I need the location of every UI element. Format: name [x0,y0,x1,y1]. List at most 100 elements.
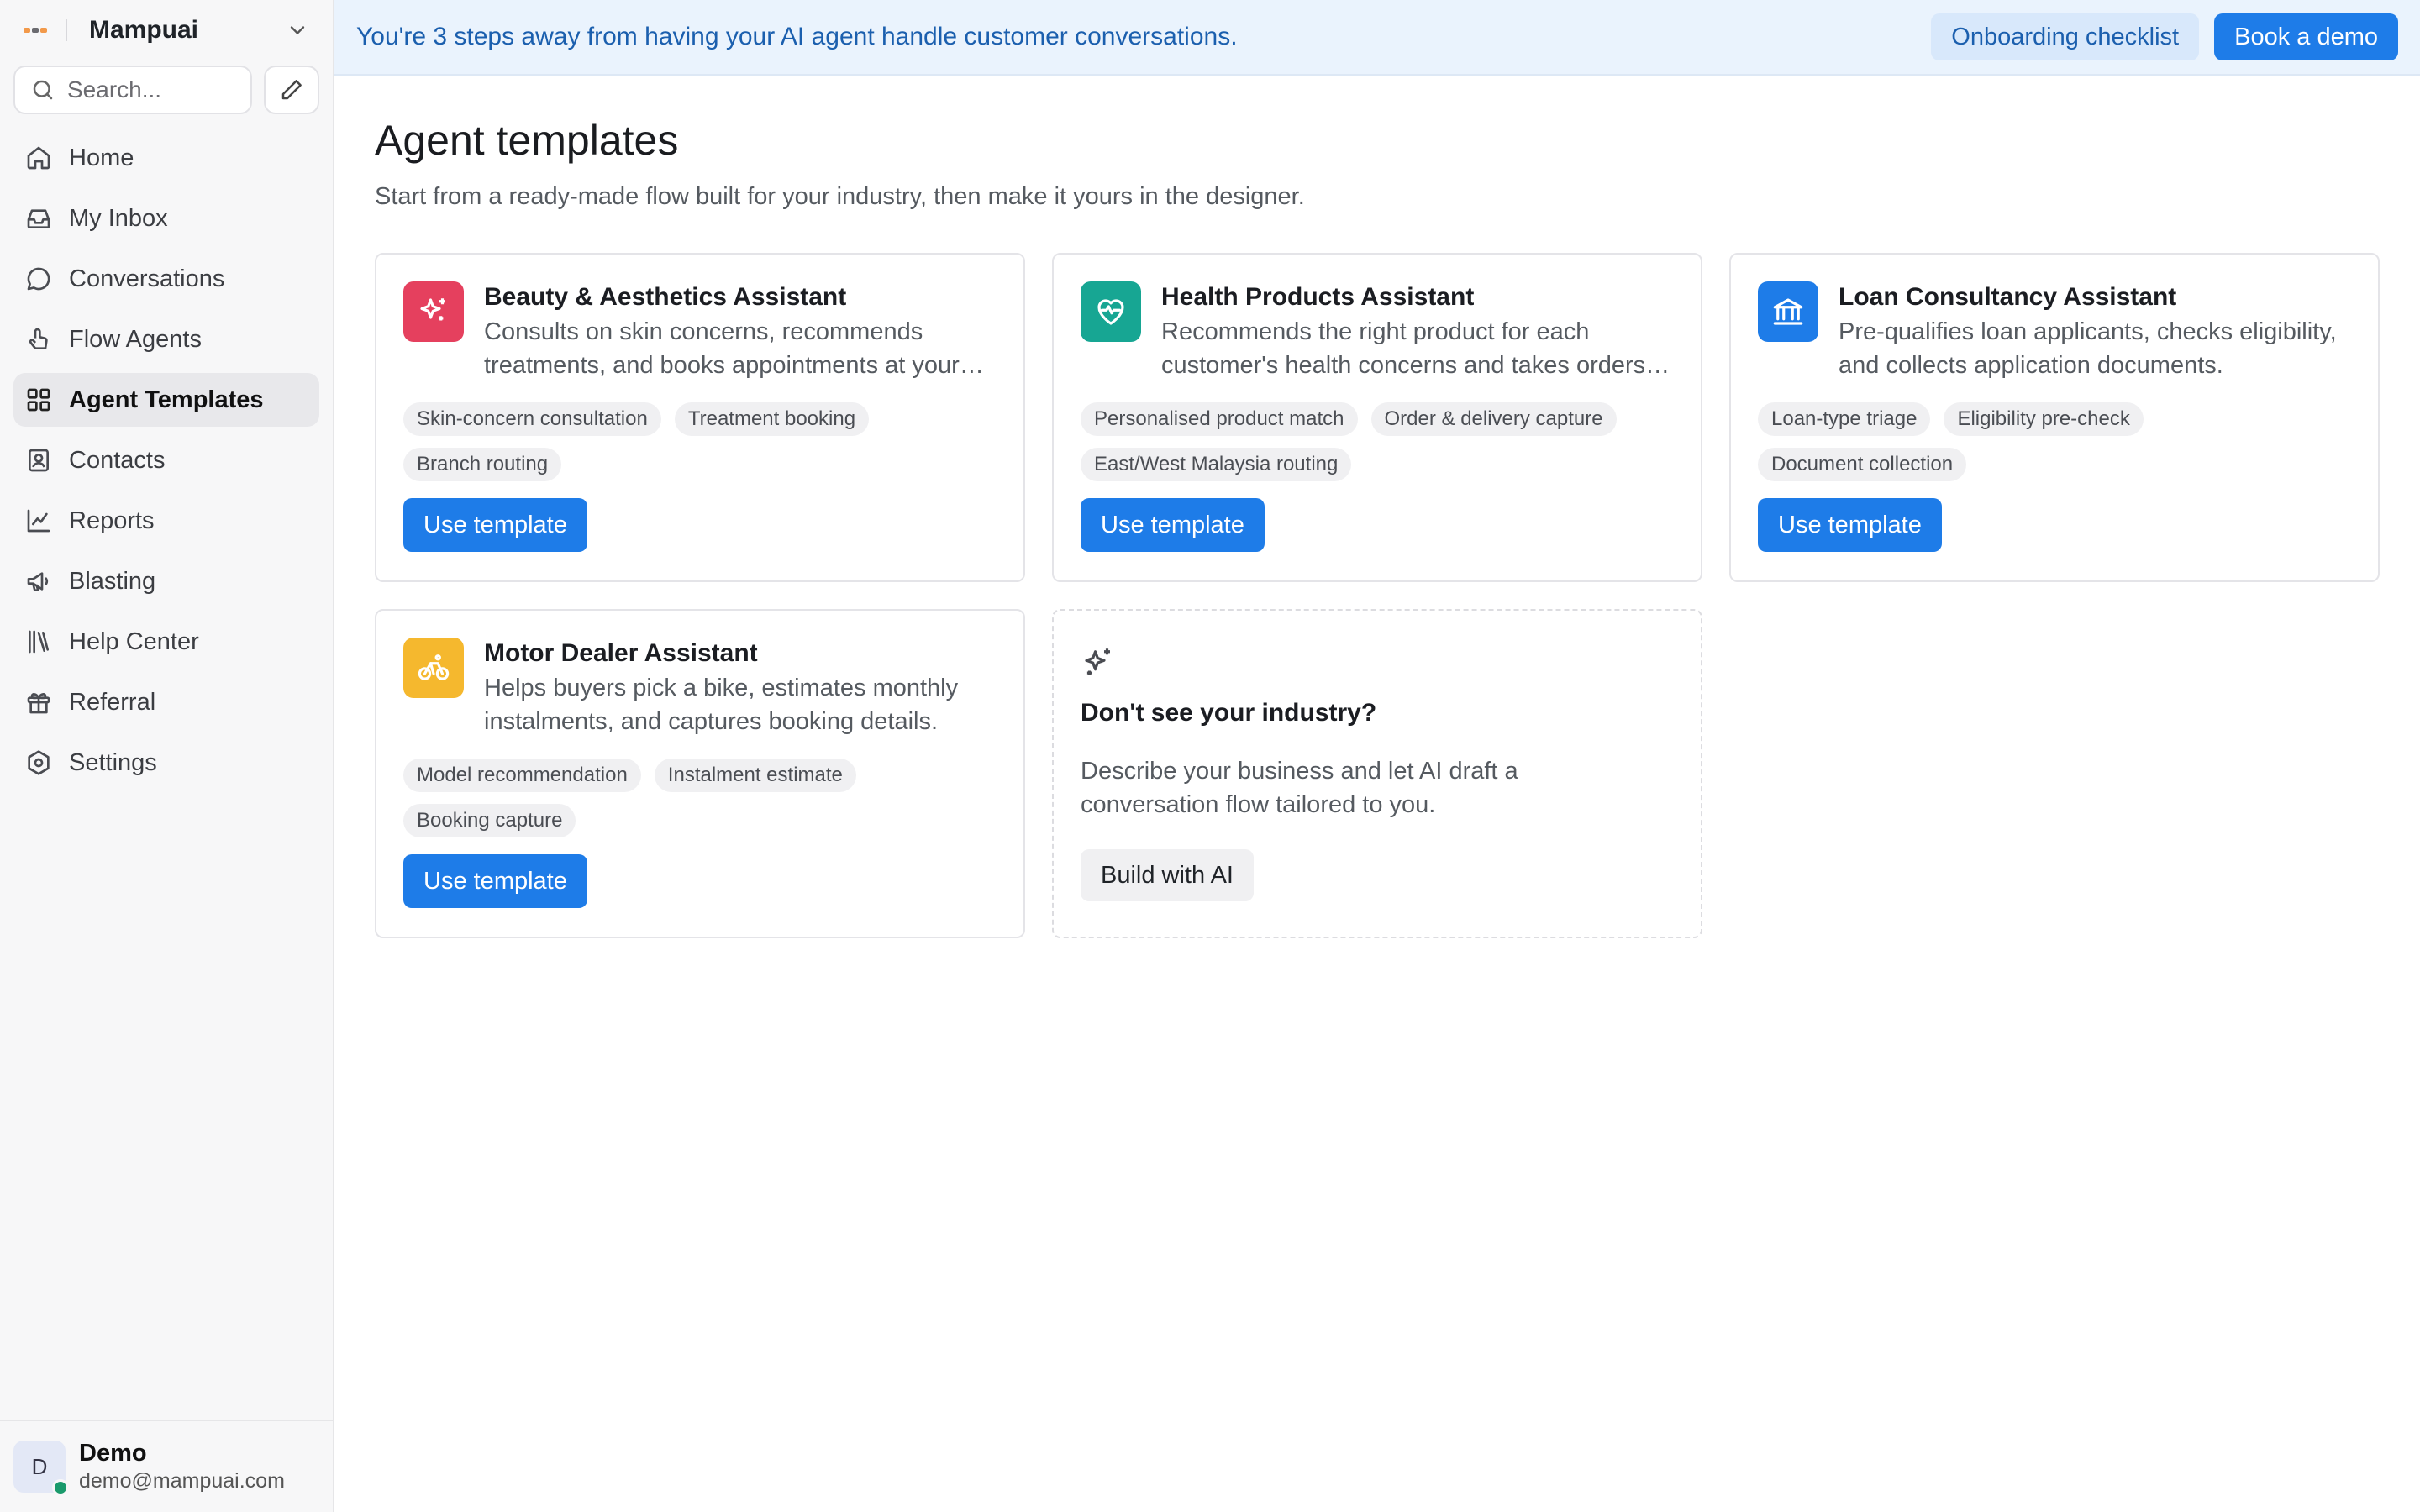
ai-card-description: Describe your business and let AI draft … [1081,758,1518,818]
home-icon [27,146,50,170]
template-description: Pre-qualifies loan applicants, checks el… [1839,318,2337,379]
template-tags: Loan-type triage Eligibility pre-check D… [1758,402,2351,481]
workspace-logo [24,28,47,33]
sidebar-item-label: Help Center [69,627,199,655]
search-icon [33,80,53,100]
template-grid: Beauty & Aesthetics Assistant Consults o… [375,253,2380,938]
sparkles-icon [1085,648,1110,675]
sidebar-item-contacts[interactable]: Contacts [13,433,319,487]
tag-chip: Personalised product match [1081,402,1358,436]
sidebar-item-conversations[interactable]: Conversations [13,252,319,306]
sidebar-item-help-center[interactable]: Help Center [13,615,319,669]
tag-chip: East/West Malaysia routing [1081,448,1352,481]
user-email: demo@mampuai.com [79,1469,285,1493]
sidebar-item-agent-templates[interactable]: Agent Templates [13,373,319,427]
sidebar: Mampuai Home My Inbox Conversa [0,0,334,1512]
build-with-ai-card: Don't see your industry? Describe your b… [1052,609,1702,938]
main-content: You're 3 steps away from having your AI … [334,0,2420,1512]
divider [66,19,67,41]
page-subtitle: Start from a ready-made flow built for y… [375,183,1305,210]
template-tags: Model recommendation Instalment estimate… [403,759,997,837]
chat-bubble-icon [27,267,50,291]
tag-chip: Booking capture [403,804,576,837]
bank-icon [1758,281,1818,342]
sidebar-item-label: Contacts [69,446,166,474]
workspace-name: Mampuai [89,16,199,44]
heart-pulse-icon [1081,281,1141,342]
template-description: Recommends the right product for each cu… [1161,318,1646,379]
sidebar-item-flow-agents[interactable]: Flow Agents [13,312,319,366]
search-box[interactable] [13,66,252,114]
tag-chip: Document collection [1758,448,1967,481]
grid-icon [27,388,50,412]
template-tags: Personalised product match Order & deliv… [1081,402,1674,481]
line-chart-icon [27,509,50,533]
online-status-dot [52,1479,69,1496]
sidebar-item-home[interactable]: Home [13,131,319,185]
bicycle-icon [403,638,464,698]
template-card-loan: Loan Consultancy Assistant Pre-qualifies… [1729,253,2380,582]
template-description: Helps buyers pick a bike, estimates mont… [484,675,959,735]
tag-chip: Branch routing [403,448,562,481]
tag-chip: Model recommendation [403,759,641,792]
sidebar-item-reports[interactable]: Reports [13,494,319,548]
use-template-button[interactable]: Use template [1081,498,1265,552]
sidebar-item-label: Conversations [69,265,225,292]
template-title: Health Products Assistant [1161,283,1475,311]
template-description: Consults on skin concerns, recommends tr… [484,318,960,379]
chevron-down-icon[interactable] [286,18,309,42]
page-title: Agent templates [375,117,679,164]
tag-chip: Loan-type triage [1758,402,1931,436]
template-title: Loan Consultancy Assistant [1839,283,2177,311]
inbox-icon [27,209,50,228]
use-template-button[interactable]: Use template [403,854,587,908]
onboarding-checklist-button[interactable]: Onboarding checklist [1931,13,2200,60]
sidebar-item-label: Home [69,144,134,171]
compose-button[interactable] [264,66,319,114]
pointer-icon [29,328,48,349]
sidebar-item-label: My Inbox [69,204,168,232]
banner-text: You're 3 steps away from having your AI … [356,23,1238,50]
avatar-initial: D [31,1453,48,1479]
sidebar-nav: Home My Inbox Conversations Flow Agents … [0,131,333,796]
tag-chip: Skin-concern consultation [403,402,661,436]
user-profile[interactable]: D Demo demo@mampuai.com [0,1420,333,1512]
template-title: Beauty & Aesthetics Assistant [484,283,847,311]
sidebar-item-blasting[interactable]: Blasting [13,554,319,608]
sidebar-item-settings[interactable]: Settings [13,736,319,790]
sidebar-item-my-inbox[interactable]: My Inbox [13,192,319,245]
template-card-motor: Motor Dealer Assistant Helps buyers pick… [375,609,1025,938]
template-title: Motor Dealer Assistant [484,639,758,667]
tag-chip: Treatment booking [674,402,870,436]
book-demo-button[interactable]: Book a demo [2214,13,2398,60]
tag-chip: Eligibility pre-check [1944,402,2144,436]
sidebar-item-label: Agent Templates [69,386,264,413]
tag-chip: Instalment estimate [654,759,856,792]
settings-icon [28,750,50,775]
contact-card-icon [29,449,49,472]
megaphone-icon [27,572,49,591]
workspace-switcher[interactable]: Mampuai [0,0,333,60]
use-template-button[interactable]: Use template [403,498,587,552]
search-input[interactable] [67,76,235,103]
ai-card-title: Don't see your industry? [1081,699,1377,727]
sparkles-icon [403,281,464,342]
sidebar-item-label: Reports [69,507,155,534]
sidebar-item-label: Settings [69,748,157,776]
tag-chip: Order & delivery capture [1370,402,1617,436]
user-name: Demo [79,1440,147,1467]
template-card-health: Health Products Assistant Recommends the… [1052,253,1702,582]
sidebar-item-label: Blasting [69,567,156,595]
template-card-beauty: Beauty & Aesthetics Assistant Consults o… [375,253,1025,582]
avatar: D [13,1441,69,1496]
gift-icon [27,693,50,714]
sidebar-item-label: Flow Agents [69,325,202,353]
use-template-button[interactable]: Use template [1758,498,1942,552]
sidebar-item-referral[interactable]: Referral [13,675,319,729]
build-with-ai-button[interactable]: Build with AI [1081,849,1254,901]
pencil-icon [281,80,302,100]
sidebar-item-label: Referral [69,688,156,716]
onboarding-banner: You're 3 steps away from having your AI … [334,0,2420,76]
library-icon [29,630,49,654]
template-tags: Skin-concern consultation Treatment book… [403,402,997,481]
